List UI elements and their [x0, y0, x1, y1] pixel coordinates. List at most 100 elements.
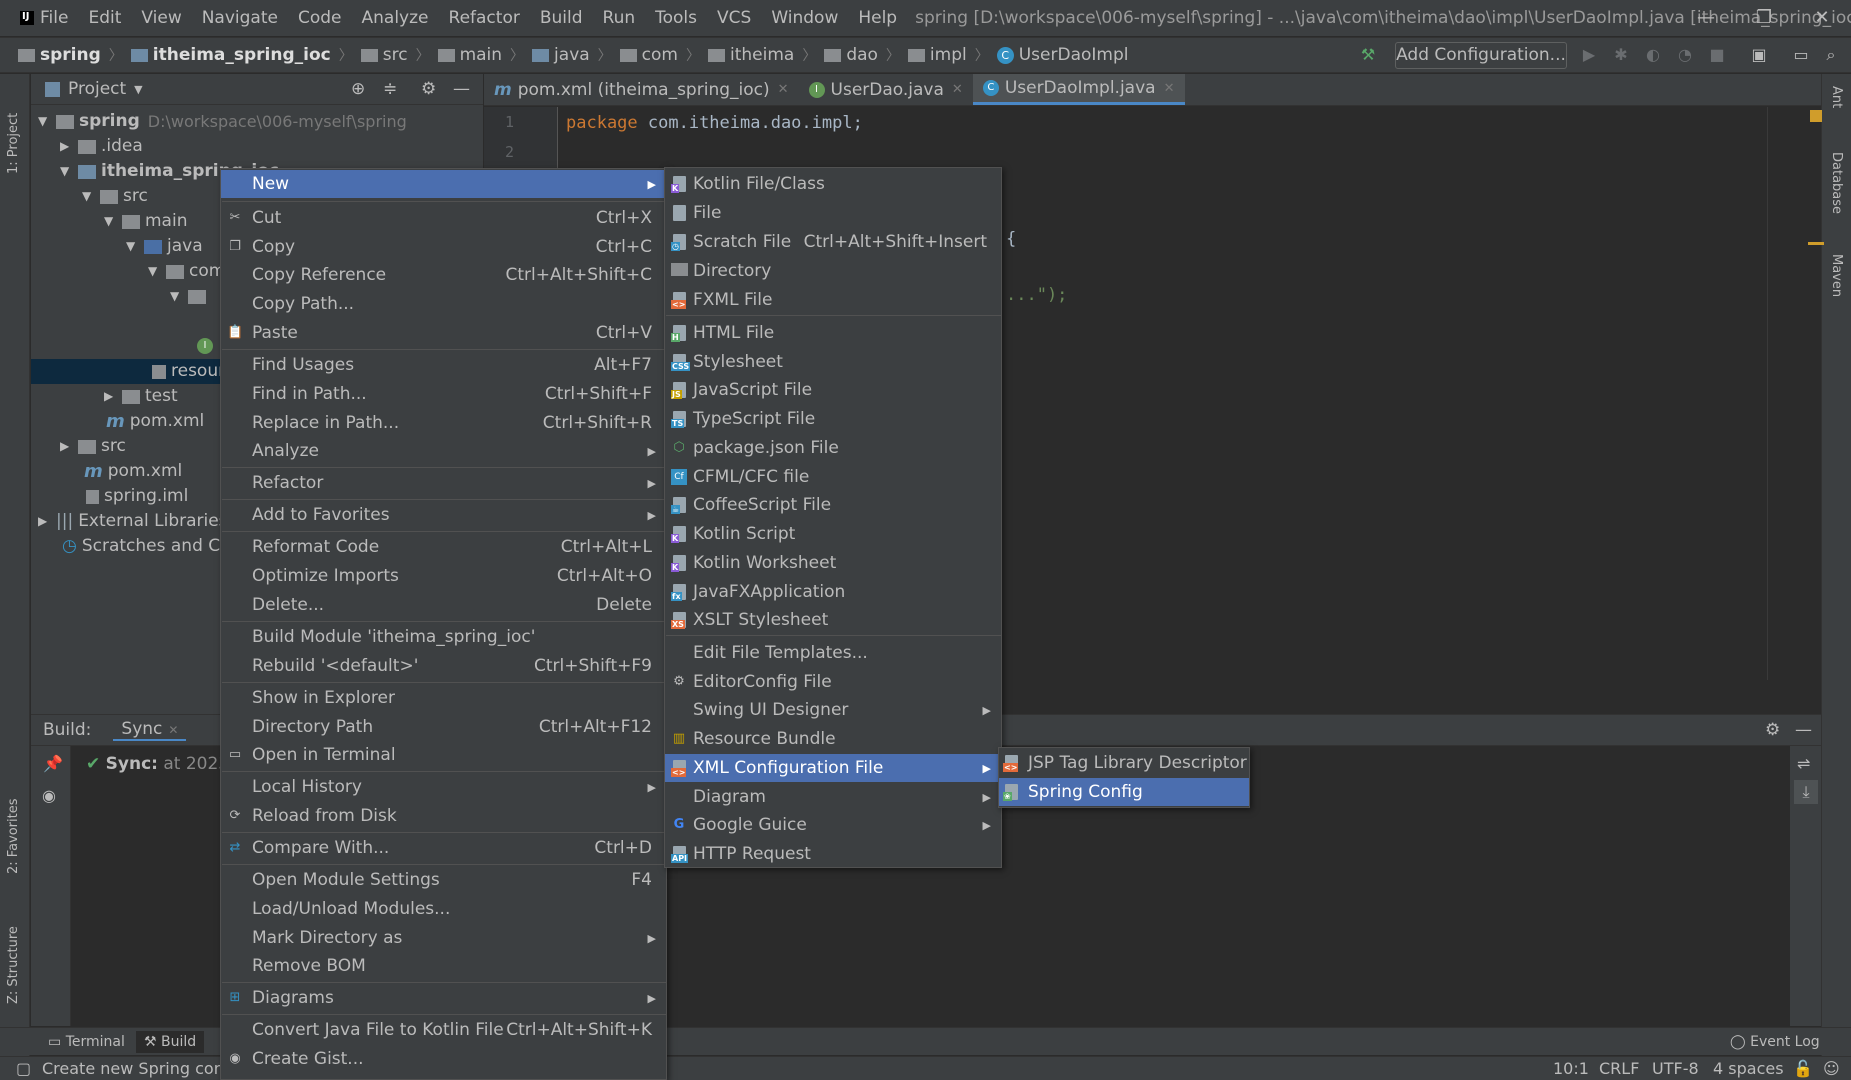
menu-view[interactable]: View [131, 8, 191, 28]
menu-file[interactable]: File [30, 8, 78, 28]
warning-marker-icon[interactable] [1810, 110, 1822, 122]
new-item-typescript-file[interactable]: TS TypeScript File [665, 405, 1001, 433]
new-item-stylesheet[interactable]: CSS Stylesheet [665, 348, 1001, 376]
breadcrumb-class[interactable]: C UserDaoImpl [996, 45, 1128, 65]
tree-item-scratches[interactable]: ◷Scratches and Consoles [62, 534, 220, 559]
new-item-resource-bundle[interactable]: ▥ Resource Bundle [665, 725, 1001, 753]
new-item-xslt-stylesheet[interactable]: XS XSLT Stylesheet [665, 606, 1001, 634]
breadcrumb-dao[interactable]: dao 〉 [824, 45, 900, 65]
menu-item-show-in-explorer[interactable]: Show in Explorer [221, 684, 666, 712]
tab-event-log[interactable]: ◯ Event Log [1722, 1031, 1828, 1053]
new-item-xml-configuration-file[interactable]: <> XML Configuration File ▶ [665, 754, 1001, 782]
new-item-javascript-file[interactable]: JS JavaScript File [665, 376, 1001, 404]
new-item-file[interactable]: File [665, 199, 1001, 227]
stop-icon[interactable]: ■ [1704, 42, 1730, 68]
menu-item-find-usages[interactable]: Find Usages Alt+F7 [221, 351, 666, 379]
close-icon[interactable]: ✕ [1164, 81, 1175, 96]
line-separator[interactable]: CRLF [1599, 1059, 1639, 1078]
menu-item-refactor[interactable]: Refactor ▶ [221, 469, 666, 497]
menu-item-copy[interactable]: ❐ Copy Ctrl+C [221, 233, 666, 261]
warning-stripe-marker[interactable] [1808, 242, 1824, 245]
menu-item-compare-with[interactable]: ⇄ Compare With... Ctrl+D [221, 834, 666, 862]
inspector-icon[interactable]: ☺ [1823, 1059, 1840, 1078]
sync-status-row[interactable]: ✔ Sync: at 2023 [86, 754, 236, 774]
structure-tool-tab[interactable]: Z: Structure [6, 914, 21, 1004]
terminal-window-icon[interactable]: ▭ [1788, 42, 1814, 68]
chevron-down-icon[interactable]: ▼ [134, 83, 142, 96]
menu-item-create-gist[interactable]: ◉ Create Gist... [221, 1045, 666, 1073]
lock-icon[interactable]: 🔓 [1793, 1059, 1813, 1078]
menu-item-optimize-imports[interactable]: Optimize Imports Ctrl+Alt+O [221, 562, 666, 590]
menu-help[interactable]: Help [848, 8, 907, 28]
database-tool-tab[interactable]: Database [1829, 152, 1844, 214]
eye-icon[interactable]: ◉ [42, 786, 56, 805]
breadcrumb-com[interactable]: com 〉 [619, 45, 700, 65]
new-item-cfml-file[interactable]: Cf CFML/CFC file [665, 463, 1001, 491]
menu-item-replace-in-path[interactable]: Replace in Path... Ctrl+Shift+R [221, 409, 666, 437]
xml-item-jsp-tag-library[interactable]: <> JSP Tag Library Descriptor [999, 749, 1249, 777]
close-icon[interactable]: ✕ [952, 82, 963, 97]
menu-item-find-in-path[interactable]: Find in Path... Ctrl+Shift+F [221, 380, 666, 408]
menu-item-reload-from-disk[interactable]: ⟳ Reload from Disk [221, 802, 666, 830]
maven-tool-tab[interactable]: Maven [1829, 254, 1844, 297]
tree-item-main[interactable]: ▼ main [104, 209, 187, 234]
breadcrumb-impl[interactable]: impl 〉 [907, 45, 989, 65]
tree-item-test[interactable]: ▶ test [104, 384, 178, 409]
tab-pom-xml[interactable]: m pom.xml (itheima_spring_ioc) ✕ [484, 74, 799, 105]
new-item-swing-ui-designer[interactable]: Swing UI Designer ▶ [665, 696, 1001, 724]
soft-wrap-icon[interactable]: ⇌ [1797, 754, 1810, 773]
tree-item-java[interactable]: ▼ java [126, 234, 203, 259]
menu-item-reformat-code[interactable]: Reformat Code Ctrl+Alt+L [221, 533, 666, 561]
tree-item-package[interactable]: ▼ [170, 284, 211, 309]
breadcrumb-itheima[interactable]: itheima 〉 [707, 45, 816, 65]
tab-userdaoimpl[interactable]: C UserDaoImpl.java ✕ [972, 74, 1185, 105]
debug-icon[interactable]: ✱ [1608, 42, 1634, 68]
menu-item-load-unload-modules[interactable]: Load/Unload Modules... [221, 895, 666, 923]
tab-userdao[interactable]: I UserDao.java ✕ [799, 74, 973, 105]
breadcrumb-spring[interactable]: spring 〉 [18, 45, 123, 65]
scroll-to-end-icon[interactable]: ⤓ [1794, 780, 1818, 804]
new-item-package-json[interactable]: ⬡ package.json File [665, 434, 1001, 462]
new-item-kotlin-file[interactable]: K Kotlin File/Class [665, 170, 1001, 198]
new-item-kotlin-worksheet[interactable]: K Kotlin Worksheet [665, 549, 1001, 577]
coverage-icon[interactable]: ◐ [1640, 42, 1666, 68]
new-item-fxml-file[interactable]: <> FXML File [665, 286, 1001, 314]
menu-item-copy-path[interactable]: Copy Path... [221, 290, 666, 318]
tree-item-spring[interactable]: ▼ spring D:\workspace\006-myself\spring [38, 109, 407, 134]
menu-analyze[interactable]: Analyze [352, 8, 439, 28]
new-item-javafx-application[interactable]: fx JavaFXApplication [665, 578, 1001, 606]
new-item-http-request[interactable]: API HTTP Request [665, 840, 1001, 868]
breadcrumb-main[interactable]: main 〉 [437, 45, 524, 65]
close-button[interactable]: ✕ [1793, 0, 1851, 36]
menu-item-convert-to-kotlin[interactable]: Convert Java File to Kotlin File Ctrl+Alt… [221, 1016, 666, 1044]
menu-item-remove-bom[interactable]: Remove BOM [221, 952, 666, 980]
xml-item-spring-config[interactable]: ❀ Spring Config [999, 778, 1249, 806]
run-icon[interactable]: ▶ [1576, 42, 1602, 68]
menu-edit[interactable]: Edit [78, 8, 131, 28]
breadcrumb-src[interactable]: src 〉 [360, 45, 430, 65]
pin-icon[interactable]: 📌 [43, 754, 63, 773]
menu-item-mark-directory-as[interactable]: Mark Directory as ▶ [221, 924, 666, 952]
menu-item-rebuild[interactable]: Rebuild '<default>' Ctrl+Shift+F9 [221, 652, 666, 680]
menu-item-paste[interactable]: 📋 Paste Ctrl+V [221, 319, 666, 347]
new-item-html-file[interactable]: H HTML File [665, 319, 1001, 347]
minimize-button[interactable]: — [1677, 0, 1735, 36]
tree-item-idea[interactable]: ▶ .idea [60, 134, 143, 159]
hide-panel-icon[interactable]: — [453, 79, 470, 99]
tree-item-module-pom[interactable]: m pom.xml [106, 409, 204, 434]
ant-tool-tab[interactable]: Ant [1829, 86, 1844, 108]
menu-item-open-module-settings[interactable]: Open Module Settings F4 [221, 866, 666, 894]
collapse-all-icon[interactable]: ≑ [383, 79, 397, 99]
new-item-google-guice[interactable]: G Google Guice ▶ [665, 811, 1001, 839]
tree-item-iml[interactable]: spring.iml [86, 484, 188, 509]
menu-build[interactable]: Build [530, 8, 593, 28]
tree-item-external-libraries[interactable]: ▶ ||| External Libraries [38, 509, 228, 534]
menu-item-build-module[interactable]: Build Module 'itheima_spring_ioc' [221, 623, 666, 651]
new-item-scratch-file[interactable]: ◷ Scratch File Ctrl+Alt+Shift+Insert [665, 228, 1001, 256]
menu-window[interactable]: Window [761, 8, 848, 28]
gear-icon[interactable]: ⚙ [421, 79, 436, 99]
favorites-tool-tab[interactable]: 2: Favorites [6, 794, 21, 874]
menu-vcs[interactable]: VCS [707, 8, 761, 28]
tab-sync[interactable]: Sync ✕ [113, 719, 187, 741]
breadcrumb-module[interactable]: itheima_spring_ioc 〉 [130, 45, 353, 65]
